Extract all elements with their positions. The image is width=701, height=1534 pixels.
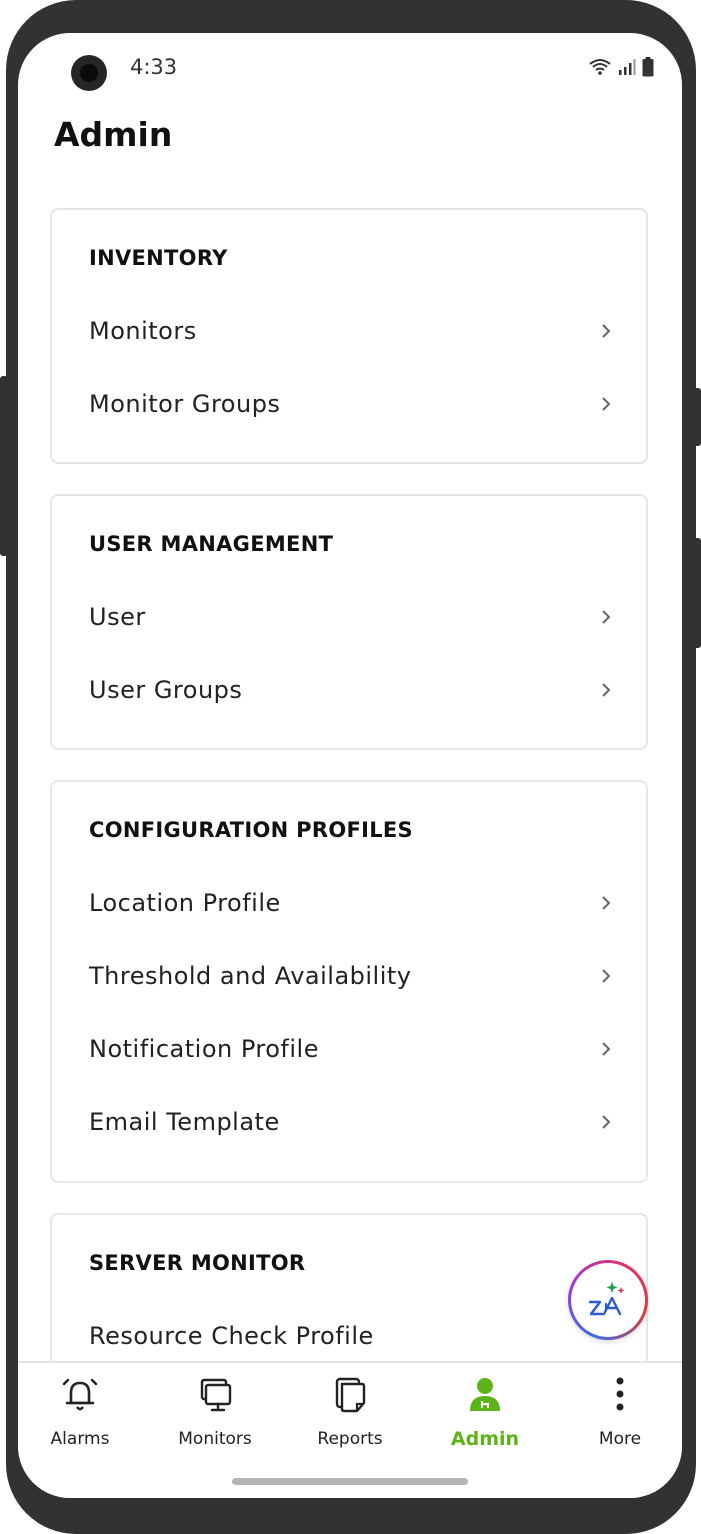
section-title: USER MANAGEMENT: [89, 532, 334, 556]
battery-icon: [642, 57, 654, 77]
nav-reports[interactable]: Reports: [290, 1363, 410, 1463]
chevron-right-icon: [602, 397, 611, 411]
section-title: INVENTORY: [89, 246, 228, 270]
phone-screen: 4:33 Admin INVENTORY Monitors Monitor Gr…: [18, 33, 682, 1498]
fab-inner: [571, 1263, 645, 1337]
menu-item-notification-profile[interactable]: Notification Profile: [52, 1019, 646, 1079]
nav-label: Reports: [317, 1429, 383, 1449]
menu-item-label: User Groups: [89, 676, 243, 704]
menu-item-label: Resource Check Profile: [89, 1322, 374, 1350]
page-title: Admin: [54, 115, 173, 154]
chevron-right-icon: [602, 610, 611, 624]
section-user-management: USER MANAGEMENT User User Groups: [50, 494, 648, 750]
section-title: CONFIGURATION PROFILES: [89, 818, 413, 842]
nav-label: Admin: [450, 1428, 520, 1450]
zia-assistant-icon: [588, 1282, 625, 1316]
chevron-right-icon: [602, 1115, 611, 1129]
menu-item-label: Notification Profile: [89, 1035, 319, 1063]
menu-item-resource-check-profile[interactable]: Resource Check Profile: [52, 1306, 646, 1366]
nav-monitors[interactable]: Monitors: [155, 1363, 275, 1463]
section-configuration-profiles: CONFIGURATION PROFILES Location Profile …: [50, 780, 648, 1183]
menu-item-location-profile[interactable]: Location Profile: [52, 873, 646, 933]
home-indicator[interactable]: [232, 1478, 468, 1485]
chevron-right-icon: [602, 1042, 611, 1056]
status-icons: [588, 57, 654, 77]
menu-item-label: Location Profile: [89, 889, 281, 917]
menu-item-label: Email Template: [89, 1108, 280, 1136]
section-inventory: INVENTORY Monitors Monitor Groups: [50, 208, 648, 464]
menu-item-label: Threshold and Availability: [89, 962, 412, 990]
nav-admin[interactable]: Admin: [425, 1363, 545, 1463]
status-time: 4:33: [130, 55, 178, 79]
front-camera: [71, 55, 107, 91]
menu-item-user-groups[interactable]: User Groups: [52, 660, 646, 720]
nav-label: Monitors: [178, 1429, 252, 1449]
chevron-right-icon: [602, 969, 611, 983]
menu-item-user[interactable]: User: [52, 587, 646, 647]
menu-item-email-template[interactable]: Email Template: [52, 1092, 646, 1152]
nav-label: Alarms: [50, 1429, 110, 1449]
chevron-right-icon: [602, 896, 611, 910]
menu-item-label: Monitor Groups: [89, 390, 281, 418]
reports-icon: [335, 1377, 366, 1413]
nav-more[interactable]: More: [560, 1363, 680, 1463]
menu-item-monitor-groups[interactable]: Monitor Groups: [52, 374, 646, 434]
nav-label: More: [598, 1429, 642, 1449]
section-title: SERVER MONITOR: [89, 1251, 306, 1275]
monitor-icon: [200, 1378, 232, 1412]
admin-user-icon: [470, 1378, 500, 1411]
menu-item-label: User: [89, 603, 146, 631]
alarm-bell-icon: [62, 1378, 98, 1411]
menu-item-monitors[interactable]: Monitors: [52, 301, 646, 361]
chevron-right-icon: [602, 683, 611, 697]
nav-alarms[interactable]: Alarms: [20, 1363, 140, 1463]
wifi-icon: [589, 59, 611, 75]
signal-icon: [619, 59, 636, 75]
chevron-right-icon: [602, 324, 611, 338]
more-vertical-icon: [616, 1377, 624, 1411]
menu-item-label: Monitors: [89, 317, 197, 345]
menu-item-threshold-and-availability[interactable]: Threshold and Availability: [52, 946, 646, 1006]
zia-assistant-button[interactable]: [568, 1260, 648, 1340]
